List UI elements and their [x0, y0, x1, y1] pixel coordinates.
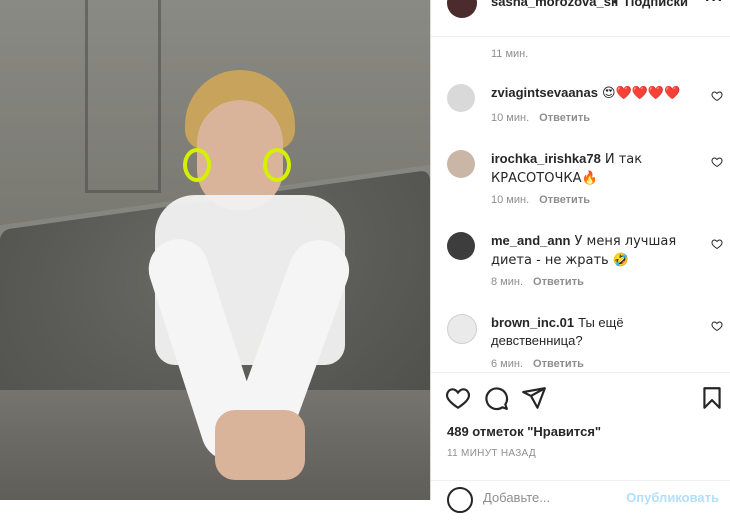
commenter-username[interactable]: zviagintsevaanas — [491, 85, 598, 100]
commenter-avatar[interactable] — [447, 232, 475, 260]
comment-text: zviagintsevaanas 😍❤️❤️❤️❤️ — [491, 84, 701, 103]
comment-icon[interactable] — [483, 385, 509, 411]
hands — [215, 410, 305, 480]
reply-button[interactable]: Ответить — [533, 276, 584, 288]
commenter-username[interactable]: irochka_irishka78 — [491, 151, 601, 166]
post-actions-bar — [431, 372, 730, 423]
post-header: sasha_morozova_sil • Подписки ··· — [431, 0, 730, 37]
reply-button[interactable]: Ответить — [533, 358, 584, 370]
commenter-username[interactable]: me_and_ann — [491, 233, 570, 248]
comment-meta: 6 мин. Ответить — [491, 358, 584, 370]
commenter-avatar[interactable] — [447, 84, 475, 112]
separator-dot: • — [613, 0, 618, 9]
comment-time: 8 мин. — [491, 276, 524, 288]
likes-count[interactable]: 489 отметок "Нравится" — [447, 424, 601, 439]
comment-meta: 8 мин. Ответить — [491, 276, 584, 288]
comment-like-heart-icon[interactable] — [711, 156, 723, 168]
comment-like-heart-icon[interactable] — [711, 238, 723, 250]
author-avatar[interactable] — [447, 0, 477, 18]
following-button[interactable]: Подписки — [625, 0, 688, 9]
reply-button[interactable]: Ответить — [539, 194, 590, 206]
paper-plane-icon[interactable] — [521, 385, 547, 411]
post-photo[interactable] — [0, 0, 430, 500]
person — [140, 70, 358, 480]
bookmark-icon[interactable] — [699, 385, 725, 411]
smile-icon[interactable] — [447, 487, 473, 513]
comment-text: irochka_irishka78 И так КРАСОТОЧКА🔥 — [491, 150, 701, 188]
comment-time: 10 мин. — [491, 194, 530, 206]
more-options-icon[interactable]: ··· — [705, 0, 724, 10]
commenter-avatar[interactable] — [447, 150, 475, 178]
comment-input[interactable]: Добавьте... — [483, 490, 550, 505]
publish-button[interactable]: Опубликовать — [626, 490, 719, 505]
comments-panel: sasha_morozova_sil • Подписки ··· 11 мин… — [430, 0, 730, 513]
comment-like-heart-icon[interactable] — [711, 90, 723, 102]
earring-left — [183, 148, 211, 182]
comment-body: 😍❤️❤️❤️❤️ — [601, 86, 681, 101]
post-time: 11 МИНУТ НАЗАД — [447, 448, 536, 459]
comment-text: brown_inc.01 Ты ещё девственница? — [491, 314, 701, 350]
commenter-username[interactable]: brown_inc.01 — [491, 315, 574, 330]
comment-meta: 10 мин. Ответить — [491, 194, 590, 206]
previous-comment-time: 11 мин. — [491, 48, 529, 60]
reply-button[interactable]: Ответить — [539, 112, 590, 124]
comment-like-heart-icon[interactable] — [711, 320, 723, 332]
add-comment-bar: Добавьте... Опубликовать — [431, 480, 730, 521]
comment-text: me_and_ann У меня лучшая диета - не жрать… — [491, 232, 701, 270]
comment-time: 6 мин. — [491, 358, 524, 370]
comment-time: 10 мин. — [491, 112, 530, 124]
earring-right — [263, 148, 291, 182]
heart-icon[interactable] — [445, 385, 471, 411]
commenter-avatar[interactable] — [447, 314, 477, 344]
comment-meta: 10 мин. Ответить — [491, 112, 590, 124]
author-username[interactable]: sasha_morozova_sil — [491, 0, 618, 9]
